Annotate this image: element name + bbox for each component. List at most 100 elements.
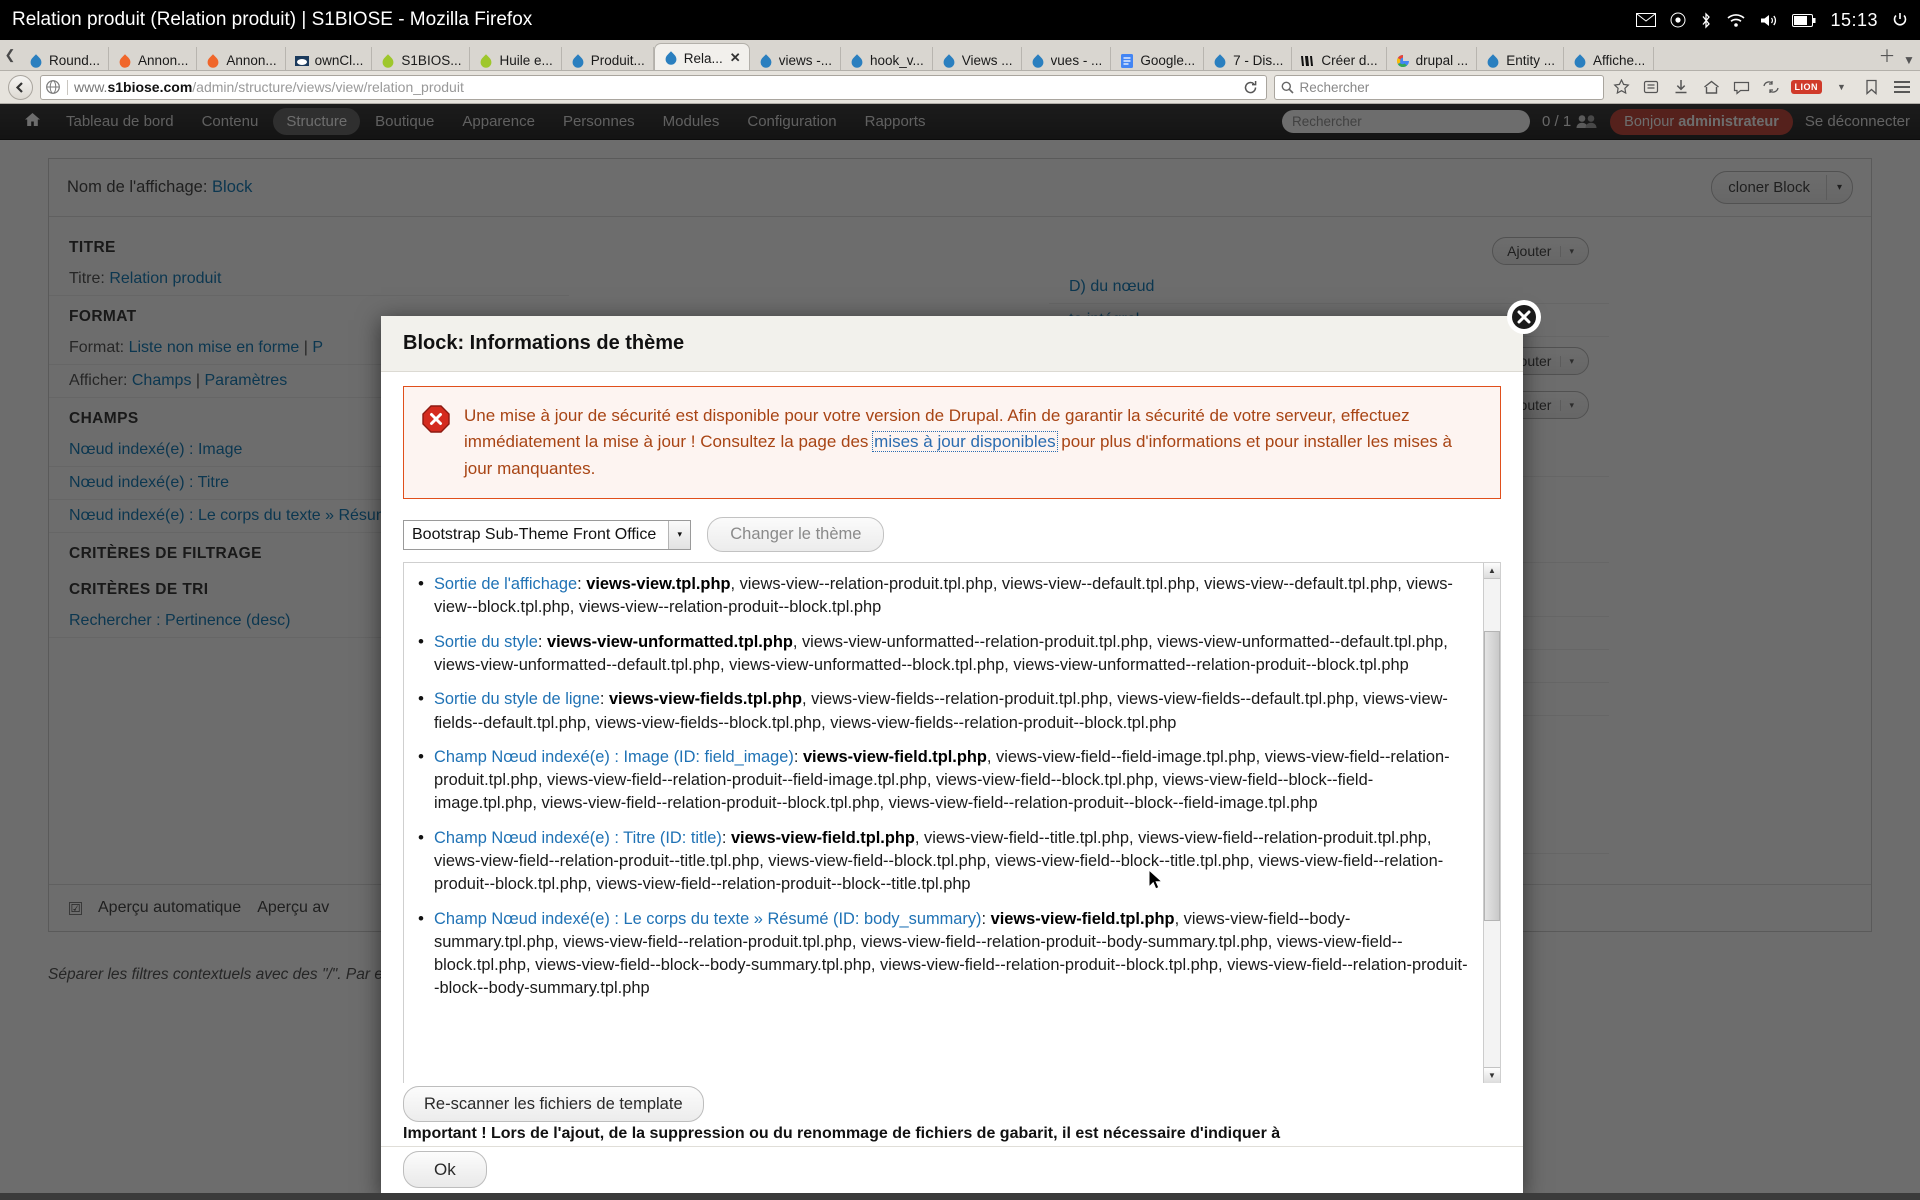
browser-tab[interactable]: Round... bbox=[20, 47, 110, 70]
template-list-scrollbar[interactable]: ▲ ▼ bbox=[1483, 563, 1500, 1083]
template-label: Sortie de l'affichage bbox=[434, 575, 578, 594]
browser-tab-label: vues - ... bbox=[1050, 53, 1103, 68]
volume-icon[interactable] bbox=[1760, 13, 1778, 28]
url-text: www.s1biose.com/admin/structure/views/vi… bbox=[74, 79, 464, 95]
template-primary-file: views-view-fields.tpl.php bbox=[608, 690, 803, 709]
battery-icon[interactable] bbox=[1792, 13, 1816, 27]
browser-tab-label: S1BIOS... bbox=[401, 53, 462, 68]
window-title: Relation produit (Relation produit) | S1… bbox=[12, 9, 533, 30]
mail-icon[interactable] bbox=[1636, 13, 1657, 27]
browser-tab[interactable]: drupal ... bbox=[1387, 47, 1478, 70]
browser-tab[interactable]: Annon... bbox=[197, 47, 286, 70]
record-icon[interactable] bbox=[1670, 12, 1686, 28]
theme-information-modal: Block: Informations de thème Une mise à … bbox=[381, 300, 1541, 1193]
browser-tab-label: Round... bbox=[49, 53, 101, 68]
template-list-panel: Sortie de l'affichage: views-view.tpl.ph… bbox=[403, 562, 1501, 1083]
alert-text: Une mise à jour de sécurité est disponib… bbox=[464, 403, 1482, 482]
browser-tab[interactable]: hook_v... bbox=[841, 47, 933, 70]
scroll-thumb[interactable] bbox=[1484, 631, 1500, 922]
close-icon[interactable]: ✕ bbox=[730, 50, 741, 66]
rescan-templates-button[interactable]: Re-scanner les fichiers de template bbox=[403, 1086, 704, 1122]
scroll-track[interactable] bbox=[1484, 579, 1500, 1067]
power-icon[interactable] bbox=[1892, 12, 1908, 28]
home-icon[interactable] bbox=[1701, 77, 1722, 98]
template-list-item: Sortie du style: views-view-unformatted.… bbox=[412, 630, 1469, 678]
tab-list-menu-button[interactable]: ▼ bbox=[1898, 53, 1920, 67]
modal-close-button[interactable] bbox=[1507, 300, 1541, 334]
browser-tab-label: Annon... bbox=[226, 53, 277, 68]
drupal-blue-icon bbox=[572, 53, 584, 68]
scroll-down-button[interactable]: ▼ bbox=[1484, 1067, 1500, 1083]
scroll-up-button[interactable]: ▲ bbox=[1484, 563, 1500, 580]
chat-icon[interactable] bbox=[1731, 77, 1752, 98]
theme-select[interactable]: Bootstrap Sub-Theme Front Office ▾ bbox=[403, 519, 692, 550]
browser-tab[interactable]: S1BIOS... bbox=[372, 47, 471, 70]
browser-navbar: www.s1biose.com/admin/structure/views/vi… bbox=[0, 71, 1920, 104]
search-icon bbox=[1281, 81, 1294, 94]
template-label: Champ Nœud indexé(e) : Titre (ID: title) bbox=[434, 828, 722, 847]
browser-tab[interactable]: Entity ... bbox=[1477, 47, 1564, 70]
modal-footer: Ok bbox=[381, 1146, 1523, 1193]
theme-selector-row: Bootstrap Sub-Theme Front Office ▾ Chang… bbox=[403, 511, 1501, 562]
browser-search-bar[interactable]: Rechercher bbox=[1273, 74, 1604, 100]
browser-tab-label: views -... bbox=[778, 53, 832, 68]
bluetooth-icon[interactable] bbox=[1700, 11, 1712, 29]
bookmarks-toolbar-icon[interactable] bbox=[1861, 77, 1882, 98]
available-updates-link[interactable]: mises à jour disponibles bbox=[872, 431, 1058, 453]
browser-tab[interactable]: vues - ... bbox=[1022, 47, 1112, 70]
browser-tab[interactable]: Affiche... bbox=[1564, 47, 1655, 70]
template-label: Sortie du style de ligne bbox=[434, 690, 600, 709]
browser-tab-label: Affiche... bbox=[1592, 53, 1646, 68]
browser-tab-label: Produit... bbox=[590, 53, 645, 68]
template-primary-file: views-view-field.tpl.php bbox=[990, 909, 1175, 928]
browser-tab[interactable]: Google... bbox=[1111, 47, 1205, 70]
ok-button[interactable]: Ok bbox=[403, 1151, 487, 1188]
site-identity-icon bbox=[45, 79, 61, 95]
drupal-blue-icon bbox=[665, 51, 677, 65]
tab-scroll-left-button[interactable]: ❮ bbox=[0, 39, 20, 70]
browser-tab[interactable]: Views ... bbox=[933, 47, 1022, 70]
browser-tab[interactable]: views -... bbox=[750, 47, 841, 70]
drupal-blue-icon bbox=[943, 53, 955, 68]
wifi-icon[interactable] bbox=[1726, 13, 1746, 28]
template-list: Sortie de l'affichage: views-view.tpl.ph… bbox=[404, 563, 1483, 1083]
download-icon[interactable] bbox=[1671, 77, 1692, 98]
new-tab-button[interactable]: ＋ bbox=[1876, 42, 1898, 67]
star-icon[interactable] bbox=[1611, 77, 1632, 98]
template-label: Champ Nœud indexé(e) : Le corps du texte… bbox=[434, 909, 982, 928]
security-update-alert: Une mise à jour de sécurité est disponib… bbox=[403, 386, 1501, 500]
url-bar[interactable]: www.s1biose.com/admin/structure/views/vi… bbox=[40, 74, 1267, 100]
browser-tab-label: Google... bbox=[1140, 53, 1196, 68]
browser-tab[interactable]: Produit... bbox=[562, 47, 654, 70]
window-titlebar: Relation produit (Relation produit) | S1… bbox=[0, 0, 1920, 40]
theme-select-value: Bootstrap Sub-Theme Front Office bbox=[412, 525, 657, 543]
browser-tab-label: Créer d... bbox=[1321, 53, 1378, 68]
sync-icon[interactable] bbox=[1761, 77, 1782, 98]
reload-icon[interactable] bbox=[1240, 76, 1262, 99]
chevron-down-icon[interactable]: ▾ bbox=[668, 520, 691, 549]
change-theme-button[interactable]: Changer le thème bbox=[707, 517, 885, 553]
browser-tab[interactable]: Rela... ✕ bbox=[653, 43, 750, 70]
page-viewport: Tableau de bordContenuStructureBoutiqueA… bbox=[0, 104, 1920, 1193]
back-button[interactable] bbox=[8, 74, 33, 100]
browser-tab[interactable]: Annon... bbox=[109, 47, 198, 70]
mouse-cursor bbox=[1148, 869, 1164, 890]
green-drop-icon bbox=[481, 53, 492, 68]
drupal-blue-icon bbox=[760, 53, 772, 68]
important-note: Important ! Lors de l'ajout, de la suppr… bbox=[403, 1125, 1281, 1142]
browser-tab[interactable]: Créer d... bbox=[1292, 47, 1387, 70]
chevron-down-icon[interactable]: ▼ bbox=[1831, 77, 1852, 98]
system-tray: 15:13 bbox=[1636, 10, 1908, 31]
lion-badge-icon[interactable]: LION bbox=[1790, 80, 1822, 94]
hamburger-menu-icon[interactable] bbox=[1891, 77, 1912, 98]
reading-list-icon[interactable] bbox=[1641, 77, 1662, 98]
system-clock: 15:13 bbox=[1830, 9, 1878, 30]
browser-tab[interactable]: ownCl... bbox=[286, 47, 373, 70]
modal-title: Block: Informations de thème bbox=[381, 316, 1523, 372]
drupal-blue-icon bbox=[1032, 53, 1043, 68]
template-list-item: Champ Nœud indexé(e) : Le corps du texte… bbox=[412, 907, 1469, 1001]
browser-tab[interactable]: Huile e... bbox=[470, 47, 562, 70]
browser-tab[interactable]: 7 - Dis... bbox=[1204, 47, 1293, 70]
browser-tab-label: ownCl... bbox=[314, 53, 364, 68]
template-primary-file: views-view-field.tpl.php bbox=[730, 828, 915, 847]
